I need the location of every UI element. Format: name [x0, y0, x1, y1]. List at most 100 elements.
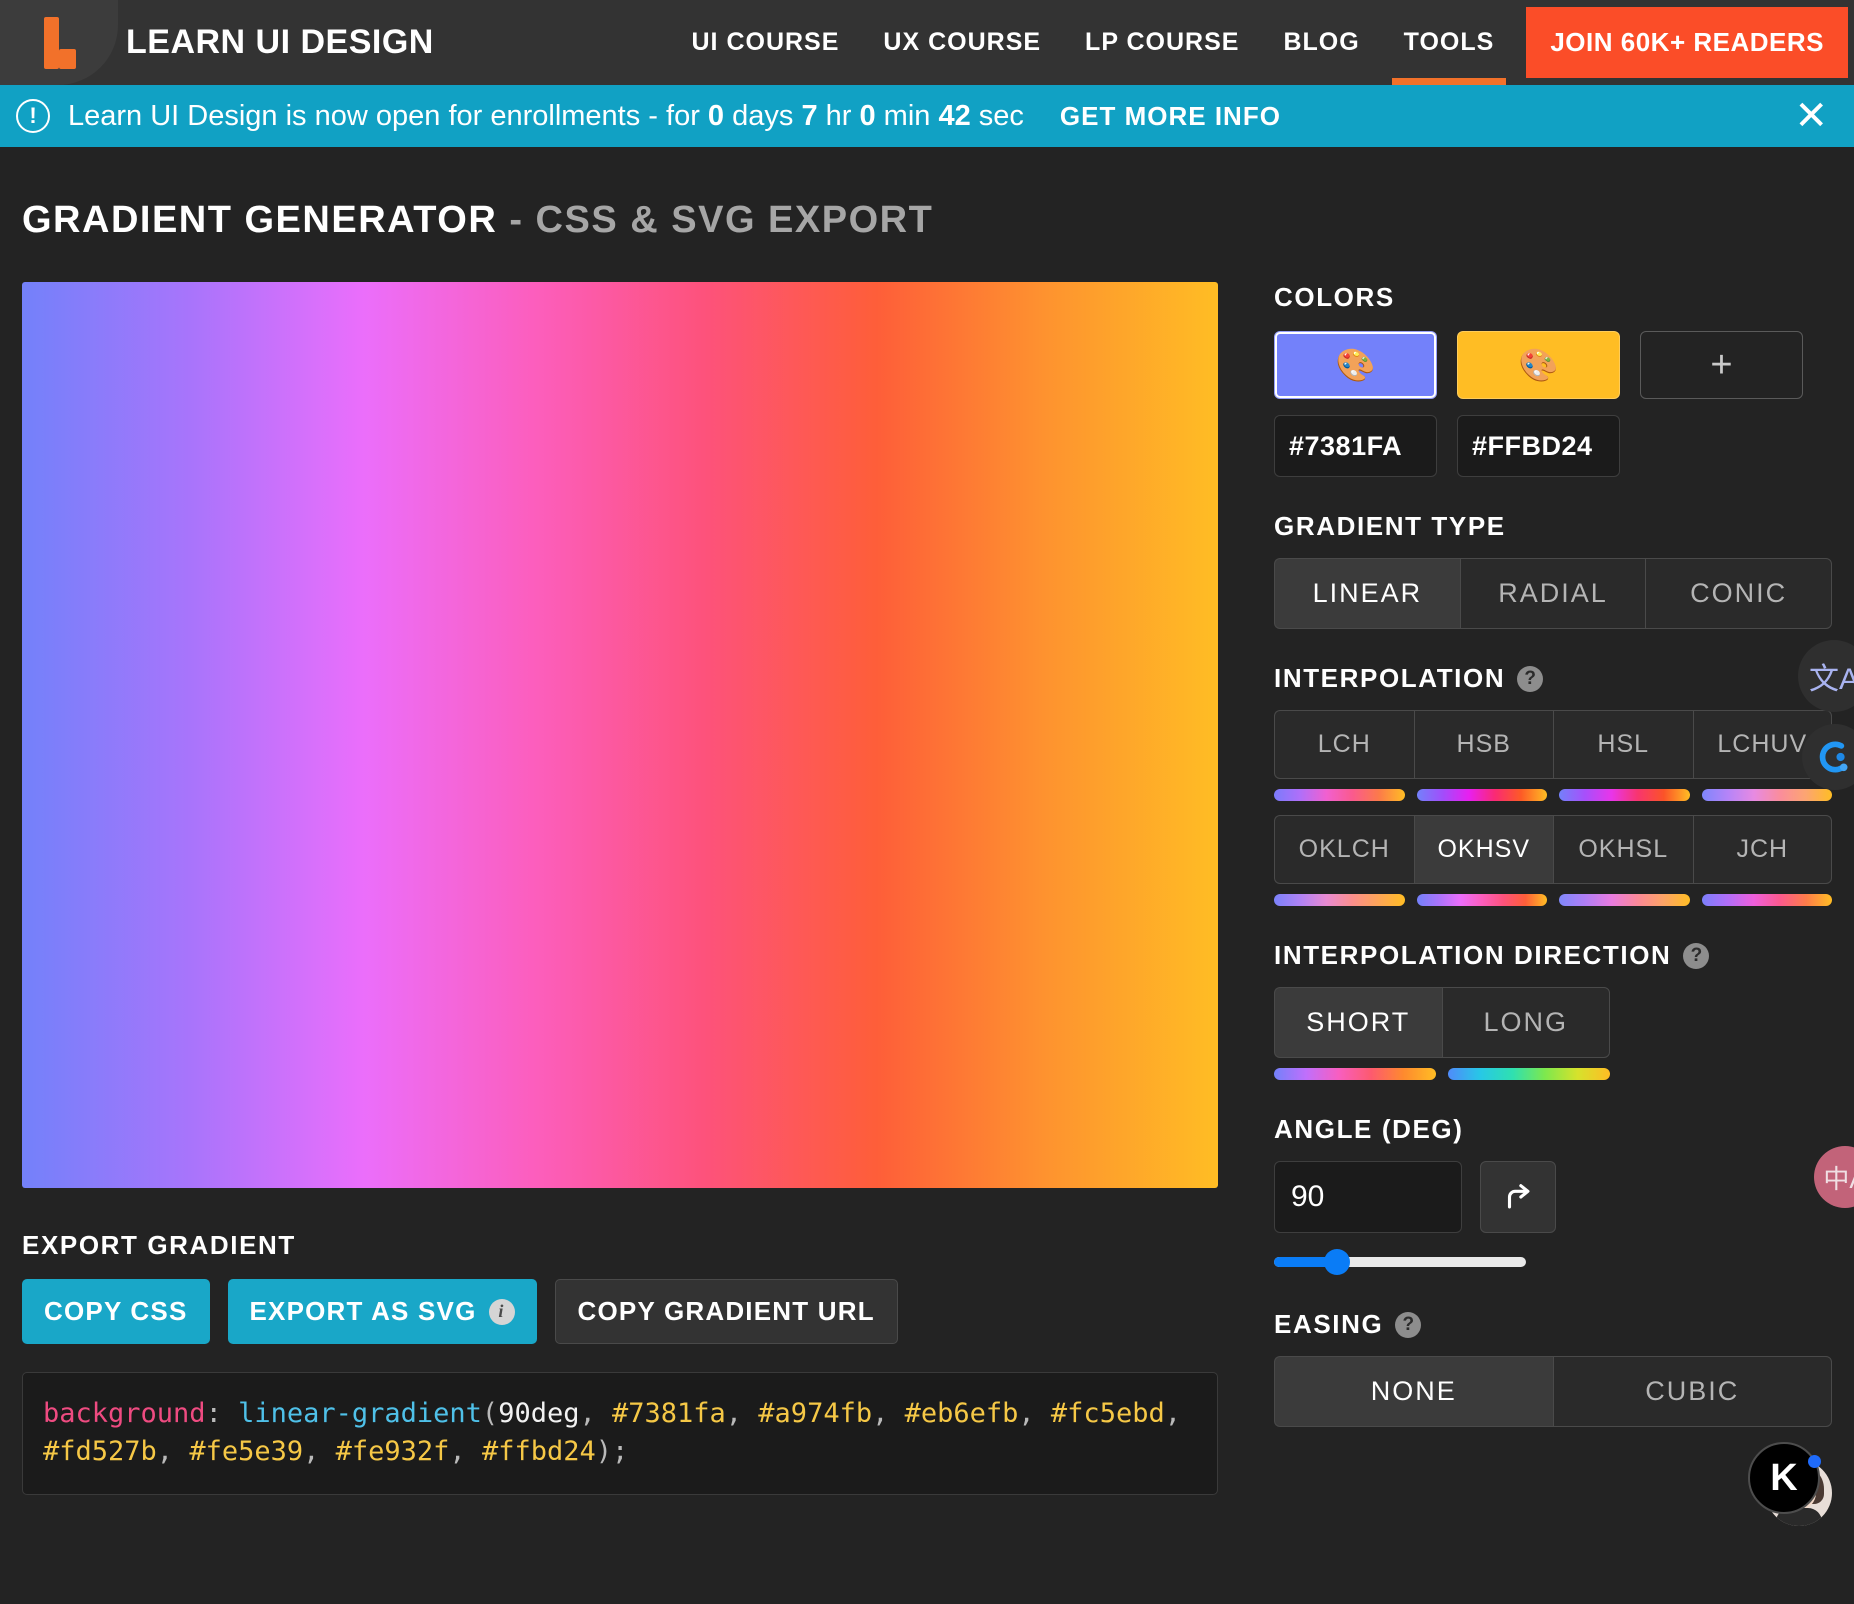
color-hex-input-1[interactable] [1274, 415, 1437, 477]
gradient-type-conic[interactable]: CONIC [1645, 558, 1833, 629]
brand-title: LEARN UI DESIGN [126, 23, 434, 61]
interpolation-hsb[interactable]: HSB [1413, 710, 1553, 779]
palette-icon: 🎨 [1518, 347, 1559, 383]
interpolation-direction-short[interactable]: SHORT [1274, 987, 1442, 1058]
code-stop-8: #ffbd24 [481, 1436, 596, 1468]
help-icon[interactable]: ? [1683, 942, 1710, 969]
close-icon[interactable]: ✕ [1794, 96, 1832, 136]
page-title-secondary: - CSS & SVG EXPORT [509, 199, 934, 241]
easing-section: EASING ? NONE CUBIC [1274, 1309, 1832, 1427]
easing-cubic[interactable]: CUBIC [1552, 1356, 1832, 1427]
nav-item-ui-course[interactable]: UI COURSE [670, 0, 862, 85]
export-gradient-heading: EXPORT GRADIENT [22, 1230, 296, 1260]
interpolation-hsl[interactable]: HSL [1553, 710, 1693, 779]
color-hex-row [1274, 415, 1832, 477]
interpolation-preview-okhsl [1559, 894, 1690, 906]
countdown-seconds: 42 [938, 99, 971, 132]
code-stop-4: #fc5ebd [1050, 1398, 1165, 1429]
interpolation-heading-row: INTERPOLATION ? [1274, 663, 1832, 694]
interpolation-group-row-2: OKLCH OKHSV OKHSL JCH [1274, 815, 1832, 884]
page-title: GRADIENT GENERATOR - CSS & SVG EXPORT [0, 147, 1854, 242]
interpolation-direction-group: SHORT LONG [1274, 987, 1610, 1058]
plus-icon: + [1710, 343, 1733, 386]
interpolation-jch[interactable]: JCH [1692, 815, 1832, 884]
interpolation-lch[interactable]: LCH [1274, 710, 1414, 779]
export-as-svg-button[interactable]: EXPORT AS SVG i [227, 1279, 537, 1344]
gradient-type-group: LINEAR RADIAL CONIC [1274, 558, 1833, 629]
content-area: EXPORT GRADIENT COPY CSS EXPORT AS SVG i… [0, 242, 1854, 1495]
help-icon[interactable]: ? [1395, 1311, 1422, 1338]
gradient-type-heading: GRADIENT TYPE [1274, 511, 1506, 541]
nav-item-blog[interactable]: BLOG [1261, 0, 1381, 85]
code-stop-3: #eb6efb [904, 1398, 1019, 1429]
chat-widget[interactable]: K [1748, 1442, 1832, 1526]
interpolation-okhsv[interactable]: OKHSV [1413, 815, 1553, 884]
interpolation-section: INTERPOLATION ? LCH HSB HSL LCHUV OKLCH … [1274, 663, 1832, 906]
countdown-days: 0 [707, 99, 725, 132]
interpolation-oklch[interactable]: OKLCH [1274, 815, 1414, 884]
gradient-column: EXPORT GRADIENT COPY CSS EXPORT AS SVG i… [22, 282, 1218, 1495]
interpolation-group-row-1: LCH HSB HSL LCHUV [1274, 710, 1832, 779]
easing-heading-row: EASING ? [1274, 1309, 1832, 1340]
page-title-primary: GRADIENT GENERATOR [22, 199, 498, 241]
code-angle: 90deg [498, 1398, 580, 1429]
interpolation-preview-oklch [1274, 894, 1405, 906]
code-stop-2: #a974fb [758, 1398, 873, 1429]
chat-notification-dot [1808, 1455, 1821, 1468]
alert-circle-icon: ! [16, 99, 50, 133]
nav-item-lp-course[interactable]: LP COURSE [1063, 0, 1261, 85]
join-readers-button[interactable]: JOIN 60K+ READERS [1526, 7, 1848, 78]
main-nav: UI COURSE UX COURSE LP COURSE BLOG TOOLS… [670, 0, 1854, 85]
get-more-info-link[interactable]: GET MORE INFO [1060, 101, 1281, 132]
copy-css-label: COPY CSS [44, 1296, 188, 1326]
countdown-hours: 7 [801, 99, 818, 132]
angle-heading: ANGLE (DEG) [1274, 1114, 1464, 1144]
copy-gradient-url-button[interactable]: COPY GRADIENT URL [554, 1279, 898, 1344]
gradient-preview[interactable] [22, 282, 1218, 1188]
interpolation-preview-okhsv [1416, 894, 1547, 906]
interpolation-preview-lchuv [1701, 789, 1832, 801]
interpolation-preview-hsb [1416, 789, 1547, 801]
learn-ui-design-logo-icon [36, 16, 82, 69]
help-icon[interactable]: ? [1517, 665, 1544, 692]
gradient-type-section: GRADIENT TYPE LINEAR RADIAL CONIC [1274, 511, 1833, 629]
angle-slider-thumb[interactable] [1324, 1249, 1350, 1275]
settings-panel: COLORS 🎨 🎨 + GRADIENT TYPE LINE [1274, 282, 1833, 1495]
code-stop-1: #7381fa [611, 1398, 726, 1429]
color-swatch-2[interactable]: 🎨 [1457, 331, 1620, 399]
interpolation-direction-preview-row [1274, 1068, 1610, 1080]
color-swatch-1[interactable]: 🎨 [1274, 331, 1437, 399]
interpolation-heading: INTERPOLATION [1274, 663, 1506, 693]
code-stop-7: #fe932f [335, 1436, 450, 1468]
easing-none[interactable]: NONE [1274, 1356, 1553, 1427]
info-icon: i [488, 1298, 515, 1325]
site-logo[interactable] [0, 0, 118, 85]
color-hex-input-2[interactable] [1457, 415, 1620, 477]
code-property: background [43, 1398, 206, 1429]
gradient-type-linear[interactable]: LINEAR [1274, 558, 1460, 629]
interpolation-preview-row-1 [1274, 789, 1832, 801]
angle-slider[interactable] [1274, 1249, 1526, 1275]
export-buttons: COPY CSS EXPORT AS SVG i COPY GRADIENT U… [22, 1279, 1218, 1344]
palette-icon: 🎨 [1335, 347, 1376, 383]
chat-logo-icon[interactable]: K [1748, 1442, 1820, 1514]
add-color-button[interactable]: + [1640, 331, 1803, 399]
angle-section: ANGLE (DEG) [1274, 1114, 1832, 1275]
interpolation-direction-long[interactable]: LONG [1441, 987, 1610, 1058]
angle-input[interactable] [1274, 1161, 1462, 1233]
nav-item-ux-course[interactable]: UX COURSE [861, 0, 1063, 85]
interpolation-okhsl[interactable]: OKHSL [1553, 815, 1693, 884]
interpolation-preview-jch [1701, 894, 1832, 906]
chat-logo-letter: K [1770, 1456, 1798, 1499]
interpolation-direction-preview-long [1448, 1068, 1610, 1080]
gradient-type-radial[interactable]: RADIAL [1459, 558, 1646, 629]
interpolation-direction-section: INTERPOLATION DIRECTION ? SHORT LONG [1274, 940, 1832, 1080]
color-swatch-row: 🎨 🎨 + [1274, 331, 1832, 399]
interpolation-direction-preview-short [1274, 1068, 1436, 1080]
nav-item-tools[interactable]: TOOLS [1382, 0, 1517, 85]
rotate-arrow-icon[interactable] [1480, 1161, 1556, 1233]
code-stop-6: #fe5e39 [189, 1436, 304, 1468]
copy-css-button[interactable]: COPY CSS [22, 1279, 210, 1344]
announcement-bar: ! Learn UI Design is now open for enroll… [0, 85, 1854, 147]
css-code-block[interactable]: background: linear-gradient(90deg, #7381… [22, 1372, 1218, 1495]
